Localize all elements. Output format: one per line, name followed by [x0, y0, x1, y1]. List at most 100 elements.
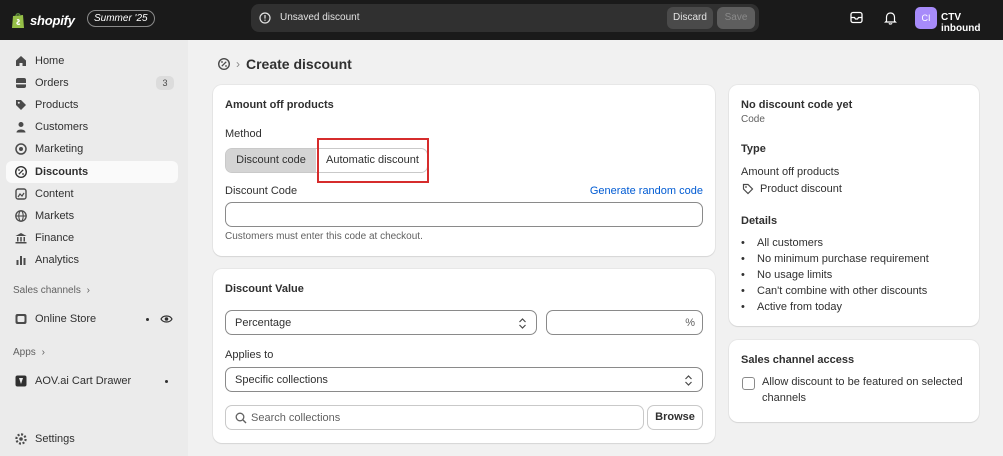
shopify-logo[interactable]: shopify	[10, 9, 75, 31]
sidebar-item-finance[interactable]: Finance	[6, 227, 178, 249]
discount-value-card: Discount Value Percentage % Applies to S…	[213, 269, 715, 443]
value-type-selected: Percentage	[235, 317, 292, 329]
card-title: Sales channel access	[741, 354, 855, 366]
person-icon	[16, 122, 26, 133]
discount-breadcrumb-icon[interactable]	[217, 57, 231, 71]
avatar[interactable]: CI	[915, 7, 937, 29]
sales-channels-label: Sales channels	[13, 285, 81, 296]
sidebar-item-label: Analytics	[35, 254, 80, 266]
value-type-select[interactable]: Percentage	[225, 310, 537, 335]
discount-icon	[14, 165, 28, 179]
sidebar-item-markets[interactable]: Markets	[6, 205, 178, 227]
sales-channel-card: Sales channel access Allow discount to b…	[729, 340, 979, 422]
sidebar-item-label: Content	[35, 188, 74, 200]
checkbox-label-cont: channels	[762, 392, 807, 404]
type-tag: Product discount	[760, 183, 842, 195]
code-helper-text: Customers must enter this code at checko…	[225, 231, 423, 242]
sidebar-item-settings[interactable]: Settings	[6, 428, 178, 450]
chevron-right-icon: ›	[236, 57, 240, 71]
detail-item: Active from today	[741, 301, 842, 313]
sidebar: Home Orders 3 Products Customers Marketi…	[0, 40, 188, 456]
orders-icon	[16, 78, 26, 88]
discount-code-option[interactable]: Discount code	[226, 149, 316, 172]
discard-button[interactable]: Discard	[667, 7, 713, 29]
type-value: Amount off products	[741, 166, 840, 178]
summary-code-sub: Code	[741, 114, 765, 125]
sidebar-item-label: Finance	[35, 232, 75, 244]
sidebar-item-label: Customers	[35, 121, 89, 133]
tag-icon	[742, 183, 754, 195]
discount-code-input[interactable]	[225, 202, 703, 227]
method-card: Amount off products Method Discount code…	[213, 85, 715, 256]
store-name[interactable]: CTV inbound	[941, 12, 1003, 34]
sidebar-item-label: Products	[35, 99, 79, 111]
sidebar-item-analytics[interactable]: Analytics	[6, 249, 178, 271]
card-title: Discount Value	[225, 283, 304, 295]
generate-code-link[interactable]: Generate random code	[590, 185, 703, 197]
top-bar: shopify Summer '25 Unsaved discount Disc…	[0, 0, 1003, 40]
alert-circle-icon	[259, 12, 271, 24]
sidebar-item-products[interactable]: Products	[6, 94, 178, 116]
orders-count-badge: 3	[156, 76, 174, 90]
sidebar-item-label: Marketing	[35, 143, 84, 155]
chevron-right-icon: ›	[86, 285, 90, 296]
browse-button[interactable]: Browse	[647, 405, 703, 430]
checkbox-label: Allow discount to be featured on selecte…	[762, 376, 963, 388]
bell-icon[interactable]	[884, 11, 897, 25]
target-icon	[15, 143, 27, 155]
sidebar-item-marketing[interactable]: Marketing	[6, 138, 178, 160]
shopify-bag-icon	[12, 13, 24, 28]
sidebar-item-discounts[interactable]: Discounts	[6, 161, 178, 183]
card-title: Amount off products	[225, 99, 334, 111]
apps-header[interactable]: Apps ›	[13, 347, 45, 358]
summary-code-title: No discount code yet	[741, 99, 853, 111]
highlight-box	[317, 138, 429, 183]
select-arrows-icon	[519, 318, 526, 329]
sidebar-item-home[interactable]: Home	[6, 50, 178, 72]
sidebar-item-label: Orders	[35, 77, 69, 89]
save-button[interactable]: Save	[717, 7, 755, 29]
method-label: Method	[225, 128, 262, 140]
sidebar-item-label: Settings	[35, 433, 75, 445]
sales-channels-header[interactable]: Sales channels ›	[13, 285, 90, 296]
gear-icon	[15, 433, 27, 445]
tag-icon	[16, 100, 26, 110]
search-collections-input[interactable]: Search collections	[225, 405, 644, 430]
percentage-input[interactable]: %	[546, 310, 703, 335]
search-icon	[235, 412, 247, 424]
detail-item: All customers	[741, 237, 823, 249]
chevron-right-icon: ›	[41, 347, 45, 358]
select-arrows-icon	[685, 375, 692, 386]
sidebar-item-app[interactable]: AOV.ai Cart Drawer	[6, 370, 178, 392]
sidebar-item-customers[interactable]: Customers	[6, 116, 178, 138]
sidebar-item-orders[interactable]: Orders 3	[6, 72, 178, 94]
percent-suffix: %	[685, 317, 695, 329]
eye-icon[interactable]	[160, 313, 173, 325]
applies-to-select[interactable]: Specific collections	[225, 367, 703, 392]
detail-item: Can't combine with other discounts	[741, 285, 927, 297]
sidebar-item-label: Home	[35, 55, 65, 67]
app-icon	[15, 375, 27, 387]
content-icon	[15, 188, 27, 200]
sidebar-item-label: Online Store	[35, 313, 97, 325]
edition-badge[interactable]: Summer '25	[87, 10, 155, 27]
unsaved-text: Unsaved discount	[280, 12, 360, 23]
applies-to-selected: Specific collections	[235, 374, 328, 386]
featured-checkbox[interactable]	[742, 377, 755, 390]
summary-card: No discount code yet Code Type Amount of…	[729, 85, 979, 326]
detail-item: No usage limits	[741, 269, 832, 281]
inbox-icon[interactable]	[850, 11, 863, 24]
discount-code-label: Discount Code	[225, 185, 298, 197]
bank-icon	[15, 233, 27, 244]
type-header: Type	[741, 143, 766, 155]
details-header: Details	[741, 215, 778, 227]
more-dot-icon	[146, 318, 149, 321]
apps-label: Apps	[13, 347, 36, 358]
sidebar-item-label: Markets	[35, 210, 75, 222]
unsaved-changes-bar: Unsaved discount Discard Save	[251, 4, 759, 32]
globe-icon	[15, 210, 27, 222]
sidebar-item-online-store[interactable]: Online Store	[6, 308, 178, 330]
sidebar-item-label: AOV.ai Cart Drawer	[35, 375, 132, 387]
sidebar-item-content[interactable]: Content	[6, 183, 178, 205]
page-title: Create discount	[246, 56, 352, 72]
